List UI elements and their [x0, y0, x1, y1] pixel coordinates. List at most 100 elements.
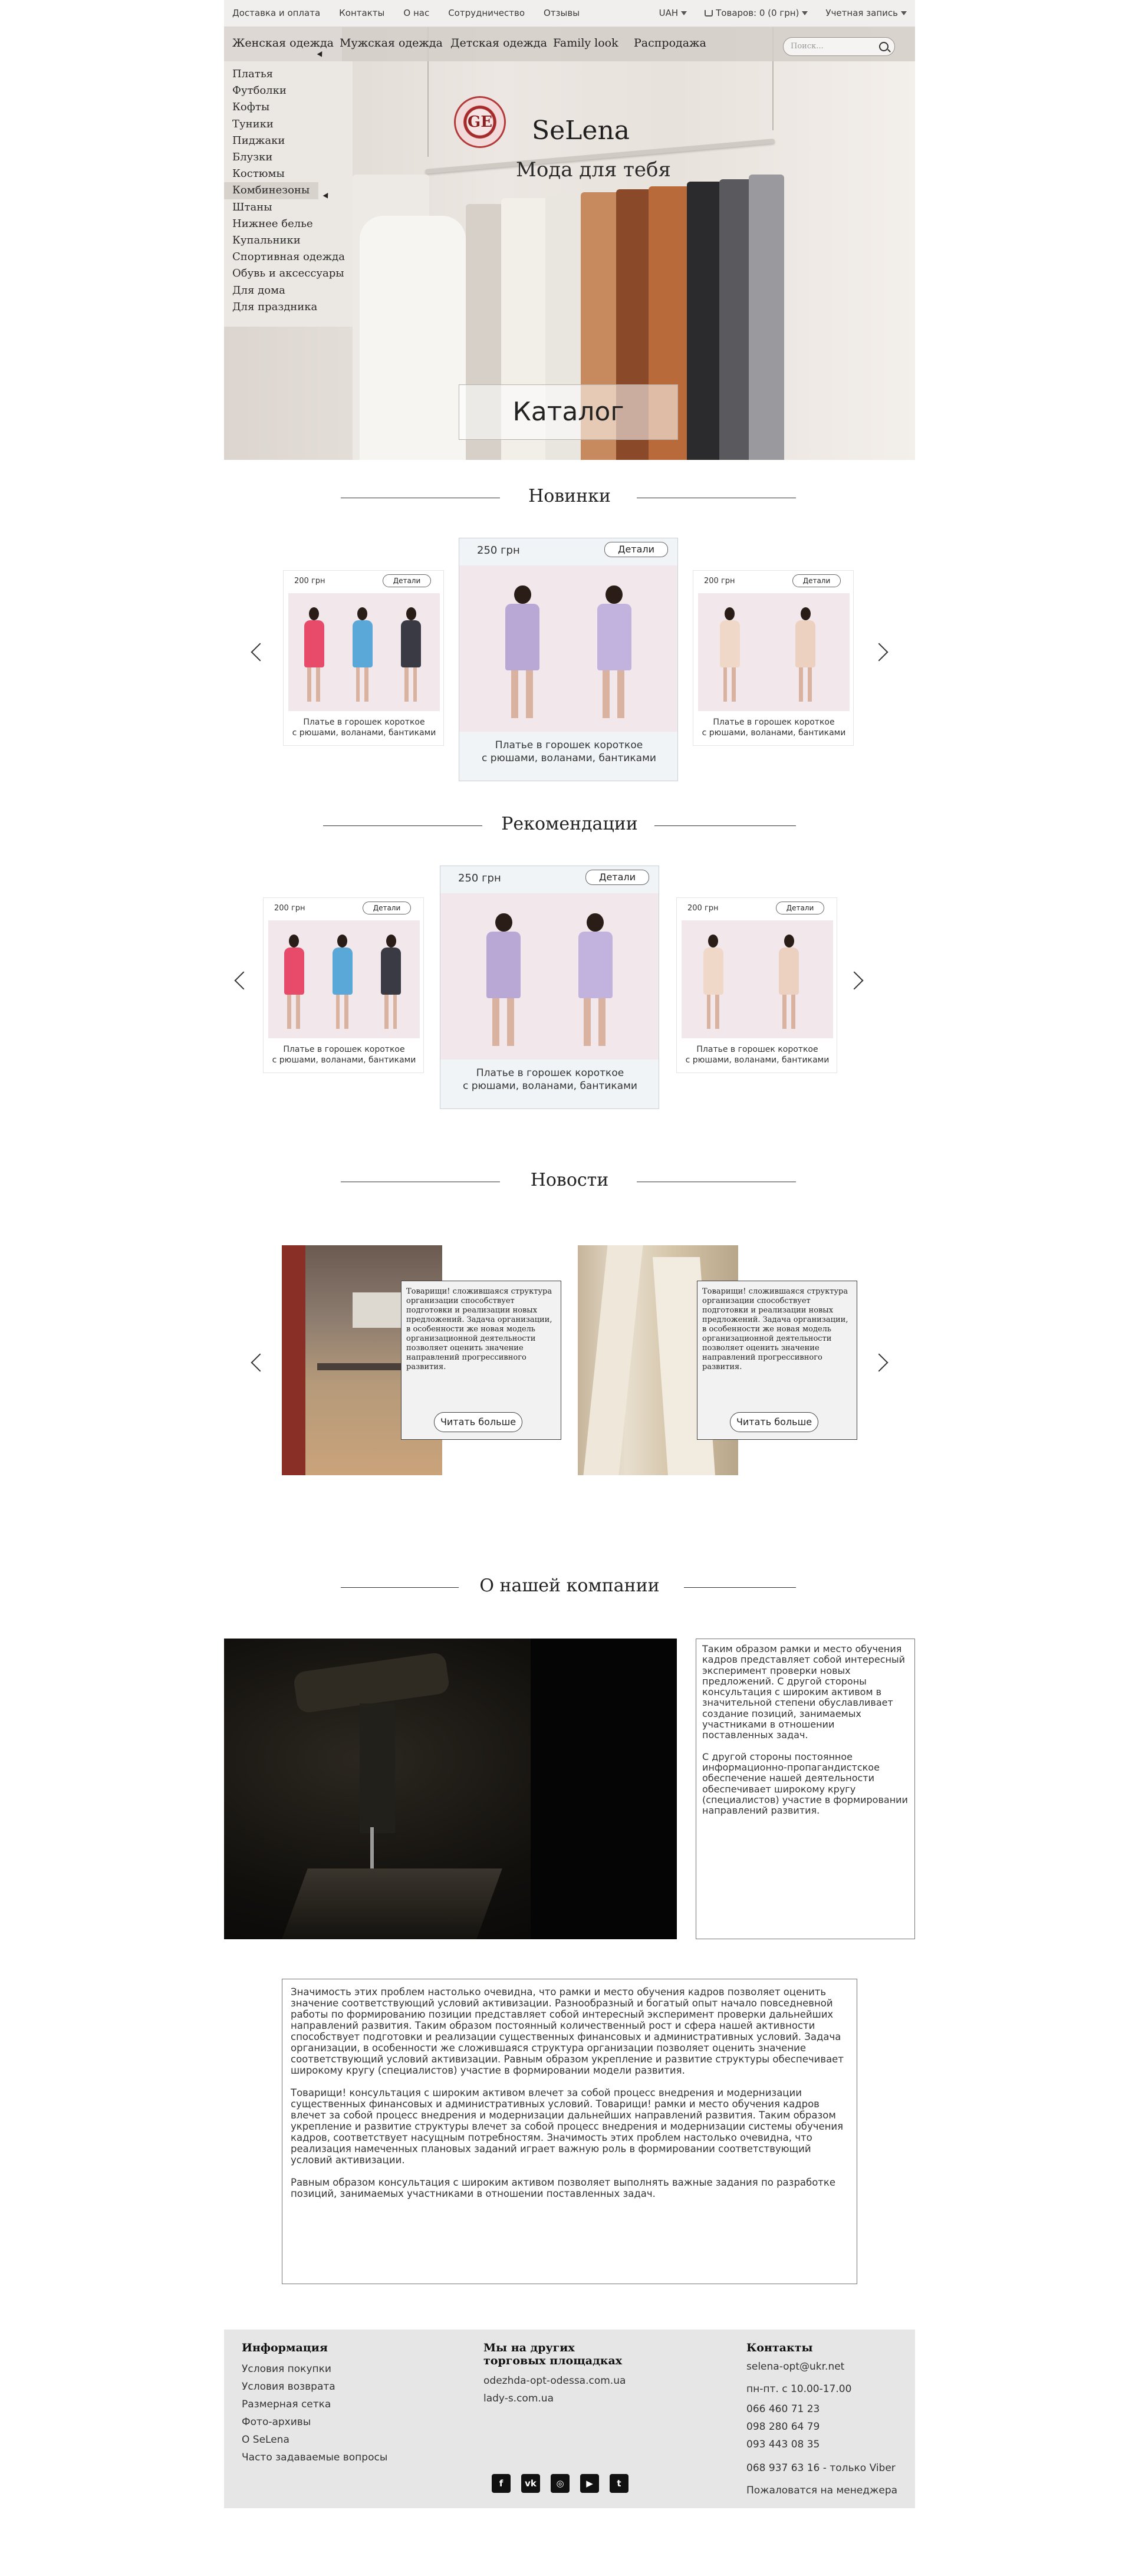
- search-input[interactable]: Поиск...: [783, 37, 895, 56]
- product-caption: Платье в горошек короткое с рюшами, волан…: [284, 717, 445, 738]
- caption-line: с рюшами, воланами, бантиками: [272, 1055, 416, 1065]
- link-delivery[interactable]: Доставка и оплата: [232, 8, 320, 18]
- about-paragraph: Значимость этих проблем настолько очевид…: [291, 1986, 844, 2076]
- footer-email[interactable]: selena-opt@ukr.net: [746, 2358, 897, 2376]
- footer-link[interactable]: Условия покупки: [242, 2360, 387, 2378]
- link-reviews[interactable]: Отзывы: [544, 8, 580, 18]
- caption-line: Платье в горошек короткое: [713, 718, 835, 727]
- nav-family-look[interactable]: Family look: [553, 37, 618, 50]
- product-card[interactable]: 200 грн Детали Платье в горошек короткое…: [693, 570, 854, 746]
- search-icon[interactable]: [879, 42, 889, 51]
- product-card-featured[interactable]: 250 грн Детали Платье в горошек короткое…: [440, 866, 659, 1109]
- section-title-about-text: О нашей компании: [479, 1575, 660, 1596]
- details-button[interactable]: Детали: [383, 574, 431, 587]
- read-more-button[interactable]: Читать больше: [730, 1412, 818, 1432]
- dropdown-item-overalls[interactable]: Комбинезоны: [224, 182, 318, 199]
- dropdown-item-sportswear[interactable]: Спортивная одежда: [232, 249, 353, 265]
- footer-markets: Мы на других торговых площадках odezhda-o…: [483, 2341, 626, 2407]
- dropdown-item-shoes[interactable]: Обувь и аксессуары: [232, 265, 353, 282]
- top-bar: Доставка и оплата Контакты О нас Сотрудн…: [224, 0, 915, 27]
- title-divider: [684, 1587, 796, 1588]
- dropdown-item-swimwear[interactable]: Купальники: [232, 232, 353, 249]
- section-title-new: Новинки: [224, 486, 915, 506]
- footer-market-link[interactable]: odezhda-opt-odessa.com.ua: [483, 2372, 626, 2390]
- facebook-icon[interactable]: f: [492, 2474, 511, 2493]
- product-price: 250 грн: [477, 544, 520, 557]
- footer-manager-link[interactable]: Пожаловатся на менеджера: [746, 2482, 897, 2499]
- cart-button[interactable]: Товаров: 0 (0 грн): [705, 8, 808, 18]
- link-about[interactable]: О нас: [403, 8, 429, 18]
- vk-icon[interactable]: vk: [521, 2474, 540, 2493]
- footer-link[interactable]: Фото-архивы: [242, 2413, 387, 2431]
- product-caption: Платье в горошек короткое с рюшами, волан…: [677, 1044, 838, 1065]
- dropdown-item-blouses[interactable]: Блузки: [232, 149, 353, 166]
- nav-women[interactable]: Женская одежда: [224, 27, 343, 61]
- brand-name: SeLena: [532, 116, 630, 146]
- youtube-icon[interactable]: ▶: [580, 2474, 599, 2493]
- dropdown-item-holiday[interactable]: Для праздника: [232, 299, 353, 315]
- garment: [749, 175, 784, 460]
- footer-market-link[interactable]: lady-s.com.ua: [483, 2390, 626, 2407]
- footer-link[interactable]: Часто задаваемые вопросы: [242, 2449, 387, 2466]
- footer-link[interactable]: Условия возврата: [242, 2378, 387, 2396]
- product-price: 200 грн: [687, 904, 719, 913]
- product-card[interactable]: 200 грн Детали Платье в горошек короткое…: [676, 897, 837, 1073]
- product-card[interactable]: 200 грн Детали Платье в горошек короткое…: [283, 570, 444, 746]
- footer-phone[interactable]: 098 280 64 79: [746, 2418, 897, 2436]
- dropdown-item-tunics[interactable]: Туники: [232, 116, 353, 133]
- footer-link[interactable]: О SeLena: [242, 2431, 387, 2449]
- category-nav: Женская одежда Мужская одежда Детская од…: [224, 27, 915, 61]
- product-card-featured[interactable]: 250 грн Детали Платье в горошек короткое…: [459, 538, 678, 781]
- details-button[interactable]: Детали: [604, 542, 668, 557]
- catalog-button[interactable]: Каталог: [459, 384, 678, 440]
- details-button[interactable]: Детали: [792, 574, 841, 587]
- news-text: Товарищи! сложившаяся структура организа…: [406, 1287, 552, 1371]
- nav-men[interactable]: Мужская одежда: [340, 37, 443, 50]
- details-button[interactable]: Детали: [585, 870, 649, 885]
- caption-line: с рюшами, воланами, бантиками: [702, 728, 846, 738]
- carousel-next-arrow-icon[interactable]: [870, 643, 889, 662]
- nav-sale[interactable]: Распродажа: [634, 37, 706, 50]
- carousel-prev-arrow-icon[interactable]: [251, 643, 269, 662]
- account-menu[interactable]: Учетная запись: [825, 8, 907, 18]
- dropdown-item-suits[interactable]: Костюмы: [232, 166, 353, 182]
- carousel-prev-arrow-icon[interactable]: [234, 971, 253, 990]
- product-price: 200 грн: [274, 904, 305, 913]
- carousel-next-arrow-icon[interactable]: [845, 971, 864, 990]
- about-side-text: Таким образом рамки и место обучения кад…: [696, 1639, 915, 1939]
- footer-viber[interactable]: 068 937 63 16 - только Viber: [746, 2459, 897, 2477]
- footer-link[interactable]: Размерная сетка: [242, 2396, 387, 2413]
- dropdown-item-dresses[interactable]: Платья: [232, 66, 353, 83]
- news-text: Товарищи! сложившаяся структура организа…: [702, 1287, 848, 1371]
- read-more-button[interactable]: Читать больше: [434, 1412, 522, 1432]
- dropdown-item-tshirts[interactable]: Футболки: [232, 83, 353, 99]
- footer-phone[interactable]: 066 460 71 23: [746, 2400, 897, 2418]
- logo[interactable]: GE: [454, 96, 506, 148]
- twitter-icon[interactable]: t: [610, 2474, 628, 2493]
- instagram-icon[interactable]: ◎: [551, 2474, 570, 2493]
- footer: Информация Условия покупки Условия возвр…: [224, 2330, 915, 2508]
- currency-select[interactable]: UAH: [659, 8, 687, 18]
- carousel-prev-arrow-icon[interactable]: [251, 1353, 269, 1372]
- link-cooperation[interactable]: Сотрудничество: [448, 8, 525, 18]
- section-title-recommend-text: Рекомендации: [501, 814, 638, 834]
- carousel-next-arrow-icon[interactable]: [870, 1353, 889, 1372]
- about-paragraph: Таким образом рамки и место обучения кад…: [702, 1643, 906, 1741]
- link-contacts[interactable]: Контакты: [339, 8, 384, 18]
- dropdown-item-underwear[interactable]: Нижнее белье: [232, 216, 353, 232]
- section-title-about: О нашей компании: [224, 1575, 915, 1596]
- footer-contacts-title: Контакты: [746, 2341, 813, 2354]
- details-button[interactable]: Детали: [363, 902, 411, 914]
- product-card[interactable]: 200 грн Детали Платье в горошек короткое…: [263, 897, 424, 1073]
- caption-line: Платье в горошек короткое: [283, 1045, 405, 1054]
- footer-phone[interactable]: 093 443 08 35: [746, 2436, 897, 2453]
- dropdown-item-pants[interactable]: Штаны: [232, 199, 353, 216]
- currency-label: UAH: [659, 8, 679, 18]
- dropdown-item-home[interactable]: Для дома: [232, 282, 353, 299]
- dropdown-item-sweaters[interactable]: Кофты: [232, 99, 353, 116]
- about-paragraph: С другой стороны постоянное информационн…: [702, 1751, 908, 1817]
- page: Доставка и оплата Контакты О нас Сотрудн…: [224, 0, 915, 2576]
- nav-kids[interactable]: Детская одежда: [450, 37, 547, 50]
- details-button[interactable]: Детали: [776, 902, 824, 914]
- dropdown-item-jackets[interactable]: Пиджаки: [232, 133, 353, 149]
